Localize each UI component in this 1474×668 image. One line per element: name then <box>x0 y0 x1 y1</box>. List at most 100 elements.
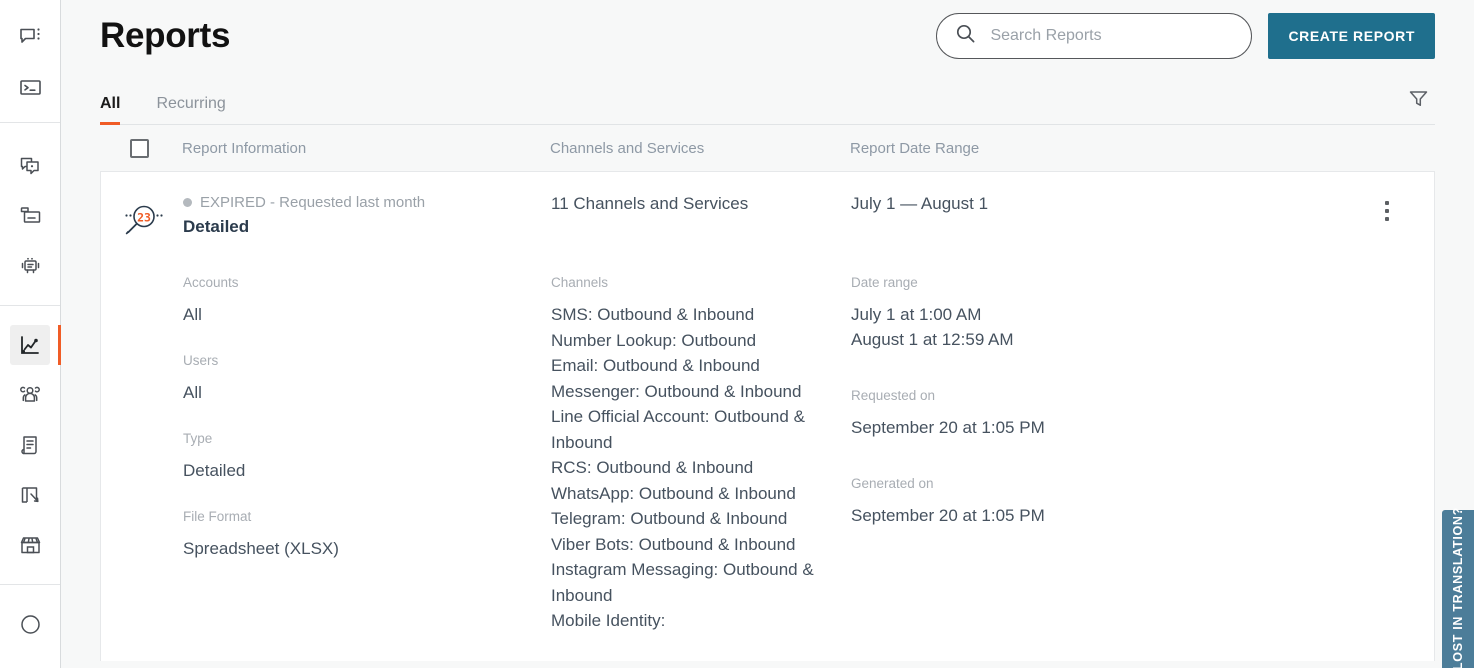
field-label-type: Type <box>183 431 213 446</box>
nav-group-2 <box>0 123 60 306</box>
report-date-details: Date range July 1 at 1:00 AM August 1 at… <box>851 249 1434 634</box>
field-file-format: File Format Spreadsheet (XLSX) <box>183 509 551 561</box>
sidebar-item-contacts[interactable] <box>10 375 50 415</box>
status-dot-icon <box>183 198 192 207</box>
column-header-report-information[interactable]: Report Information <box>182 140 550 157</box>
field-requested-on: Requested on September 20 at 1:05 PM <box>851 388 1374 440</box>
header-actions: CREATE REPORT <box>936 12 1435 59</box>
field-users: Users All <box>183 353 551 405</box>
field-label-accounts: Accounts <box>183 275 239 290</box>
field-accounts: Accounts All <box>183 275 551 327</box>
channels-list: SMS: Outbound & Inbound Number Lookup: O… <box>551 302 851 634</box>
campaigns-icon <box>18 154 43 179</box>
create-report-button[interactable]: CREATE REPORT <box>1268 12 1435 59</box>
report-type-badge: 23 <box>101 194 183 249</box>
list-item: Telegram: Outbound & Inbound <box>551 509 788 528</box>
field-label-channels: Channels <box>551 275 609 290</box>
field-label-requested-on: Requested on <box>851 388 936 403</box>
list-item: Instagram Messaging: Outbound & Inbound <box>551 560 814 605</box>
select-all-cell <box>100 138 182 158</box>
report-summary-row: 23 EXPIRED - Requested last month Detail… <box>101 194 1434 249</box>
row-menu-button[interactable] <box>1374 198 1400 224</box>
list-item: Mobile Identity: <box>551 611 666 630</box>
sidebar-item-campaigns[interactable] <box>10 146 50 186</box>
field-date-range: Date range July 1 at 1:00 AM August 1 at… <box>851 275 1374 352</box>
sidebar-item-analytics[interactable] <box>10 325 61 365</box>
date-range-start: July 1 at 1:00 AM <box>851 305 982 324</box>
status-badge: EXPIRED - Requested last month <box>183 194 551 211</box>
search-icon <box>955 23 988 49</box>
bot-icon <box>18 254 43 279</box>
tabs-bar: All Recurring <box>100 77 1435 125</box>
list-item: Line Official Account: Outbound & Inboun… <box>551 407 805 452</box>
sidebar-item-journal[interactable] <box>10 425 50 465</box>
report-channels-details: Channels SMS: Outbound & Inbound Number … <box>551 249 851 634</box>
sidebar-item-console[interactable] <box>10 67 50 107</box>
tab-recurring[interactable]: Recurring <box>142 77 239 124</box>
report-summary-info: EXPIRED - Requested last month Detailed <box>183 194 551 249</box>
field-value-users: All <box>183 383 202 402</box>
page-header: Reports CREATE REPORT <box>100 0 1435 63</box>
column-header-report-date-range[interactable]: Report Date Range <box>850 140 1435 157</box>
sidebar-item-bots[interactable] <box>10 246 50 286</box>
page-title: Reports <box>100 15 231 55</box>
sidebar-item-flow-builder[interactable] <box>10 475 50 515</box>
list-item: Email: Outbound & Inbound <box>551 356 760 375</box>
report-detail-row: Accounts All Users All Type Detailed Fil… <box>101 249 1434 634</box>
search-input[interactable] <box>988 25 1236 46</box>
field-label-file-format: File Format <box>183 509 252 524</box>
column-header-channels-and-services[interactable]: Channels and Services <box>550 140 850 157</box>
help-icon <box>18 612 43 637</box>
field-label-users: Users <box>183 353 219 368</box>
select-all-checkbox[interactable] <box>130 138 149 158</box>
list-item: RCS: Outbound & Inbound <box>551 458 754 477</box>
inbox-icon <box>18 204 43 229</box>
table-header-row: Report Information Channels and Services… <box>100 125 1435 171</box>
field-generated-on: Generated on September 20 at 1:05 PM <box>851 476 1374 528</box>
list-item: SMS: Outbound & Inbound <box>551 305 755 324</box>
nav-group-4 <box>0 585 60 649</box>
field-value-accounts: All <box>183 305 202 324</box>
field-label-generated-on: Generated on <box>851 476 934 491</box>
tab-all[interactable]: All <box>100 77 142 125</box>
nav-group-1 <box>0 0 60 123</box>
svg-text:23: 23 <box>137 211 151 225</box>
date-range-summary-text: July 1 — August 1 <box>851 194 989 213</box>
filter-button[interactable] <box>1401 84 1435 118</box>
journal-icon <box>18 433 43 458</box>
sidebar-item-inbox[interactable] <box>10 196 50 236</box>
field-value-generated-on: September 20 at 1:05 PM <box>851 506 1045 525</box>
list-item: Messenger: Outbound & Inbound <box>551 381 802 401</box>
magnifier-23-icon: 23 <box>119 198 165 249</box>
console-icon <box>18 75 43 100</box>
conversations-icon <box>18 25 43 50</box>
date-range-end: August 1 at 12:59 AM <box>851 330 1014 349</box>
store-icon <box>18 533 43 558</box>
left-nav-rail <box>0 0 61 668</box>
analytics-icon <box>18 333 43 358</box>
nav-group-3 <box>0 306 61 585</box>
sidebar-item-conversations[interactable] <box>10 17 50 57</box>
list-item: Number Lookup: Outbound <box>551 330 757 350</box>
field-type: Type Detailed <box>183 431 551 483</box>
main-content: Reports CREATE REPORT All Recurring <box>61 0 1474 668</box>
translation-feedback-tab[interactable]: LOST IN TRANSLATION? <box>1442 507 1474 668</box>
report-row-card: 23 EXPIRED - Requested last month Detail… <box>100 171 1435 661</box>
field-value-requested-on: September 20 at 1:05 PM <box>851 418 1045 437</box>
field-label-date-range: Date range <box>851 275 918 290</box>
detail-spacer <box>101 249 183 634</box>
status-text: EXPIRED - Requested last month <box>200 194 426 211</box>
contacts-icon <box>17 382 43 408</box>
field-value-date-range: July 1 at 1:00 AM August 1 at 12:59 AM <box>851 302 1374 352</box>
field-value-file-format: Spreadsheet (XLSX) <box>183 539 339 558</box>
report-date-summary: July 1 — August 1 <box>851 194 1434 249</box>
app-root: Reports CREATE REPORT All Recurring <box>0 0 1474 668</box>
sidebar-item-store[interactable] <box>10 525 50 565</box>
kebab-menu-icon <box>1385 201 1389 205</box>
sidebar-item-help[interactable] <box>10 604 50 644</box>
report-information-details: Accounts All Users All Type Detailed Fil… <box>183 249 551 634</box>
translation-feedback-label: LOST IN TRANSLATION? <box>1451 507 1465 668</box>
search-reports-box[interactable] <box>936 12 1253 59</box>
report-name[interactable]: Detailed <box>183 217 551 237</box>
tab-list: All Recurring <box>100 77 240 125</box>
